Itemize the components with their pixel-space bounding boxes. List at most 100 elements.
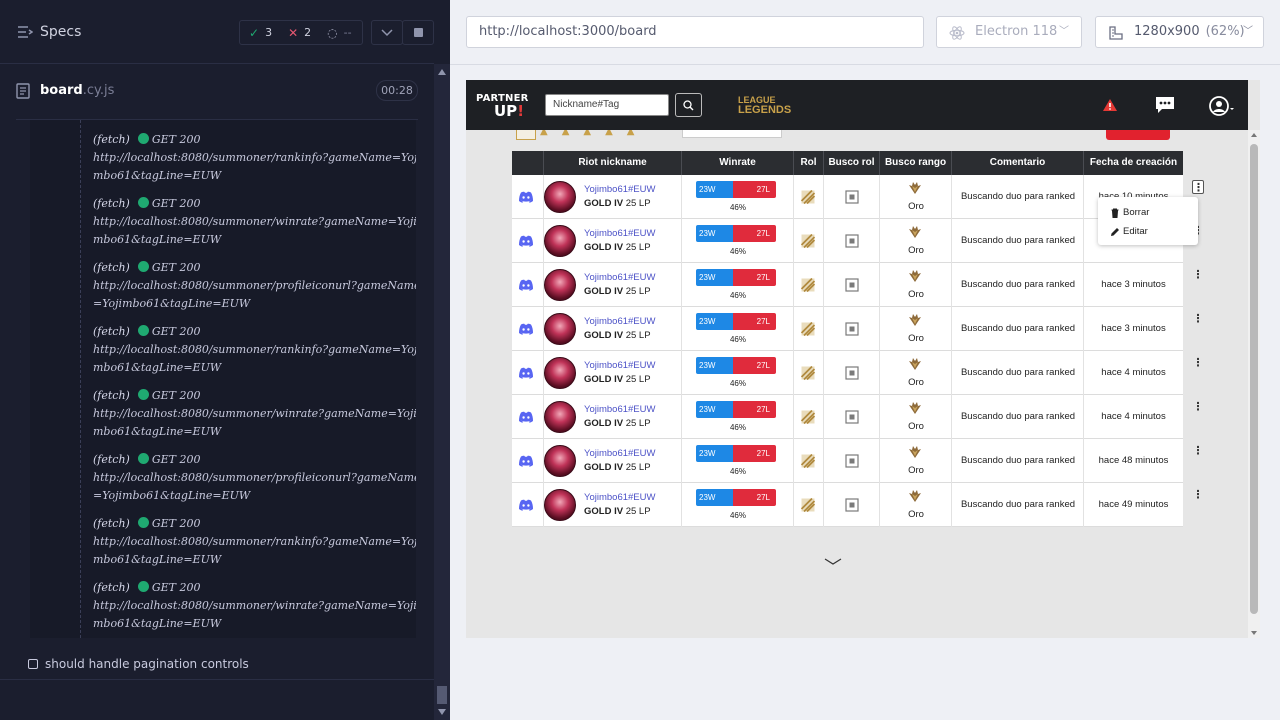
command-log-entry[interactable]: (fetch) GET 200 http://localhost:8080/summ…	[93, 195, 416, 249]
trash-icon	[1111, 208, 1119, 218]
specs-title[interactable]: Specs	[40, 24, 81, 40]
column-header: Busco rol	[824, 151, 880, 175]
table-row[interactable]: Yojimbo61#EUW GOLD IV 25 LP 23W 27L 46% Oro Bu…	[512, 263, 1183, 307]
command-log-entry[interactable]: (fetch) GET 200 http://localhost:8080/summ…	[93, 579, 416, 633]
comment-cell: Buscando duo para ranked	[952, 483, 1084, 527]
scroll-down-icon[interactable]	[438, 709, 446, 715]
command-kind: (fetch)	[93, 325, 130, 338]
command-kind: (fetch)	[93, 197, 130, 210]
winrate-bar: 23W 27L	[696, 489, 776, 506]
table-row[interactable]: Yojimbo61#EUW GOLD IV 25 LP 23W 27L 46% Oro Bu…	[512, 351, 1183, 395]
spec-file-row[interactable]: board.cy.js 00:28	[16, 78, 418, 104]
request-status: GET 200	[151, 581, 201, 594]
command-log-entry[interactable]: (fetch) GET 200 http://localhost:8080/summ…	[93, 323, 416, 377]
winrate-percent: 46%	[729, 335, 746, 344]
row-actions-menu: Borrar Editar	[1098, 197, 1198, 245]
specs-list-icon[interactable]	[17, 24, 33, 40]
losses-segment: 27L	[732, 401, 776, 418]
riot-nickname-link[interactable]: Yojimbo61#EUW	[584, 272, 655, 283]
command-log[interactable]: (fetch) GET 200 http://localhost:8080/summ…	[30, 120, 416, 638]
test-stats: ✓ 3 ✕ 2 ◌ --	[239, 20, 363, 45]
role-filter-icons[interactable]: ▲▲▲▲▲	[540, 130, 648, 137]
scroll-thumb[interactable]	[1250, 144, 1258, 614]
url-bar[interactable]: http://localhost:3000/board	[466, 16, 924, 48]
close-filter-button[interactable]	[516, 130, 536, 140]
riot-nickname-link[interactable]: Yojimbo61#EUW	[584, 228, 655, 239]
app-scrollbar[interactable]	[1248, 130, 1260, 638]
discord-icon[interactable]	[518, 191, 534, 203]
chat-icon[interactable]	[1154, 95, 1176, 115]
divider	[450, 64, 1280, 65]
auto-scroll-button[interactable]	[371, 20, 403, 45]
test-item[interactable]: should handle pagination controls	[28, 657, 249, 671]
command-log-entry[interactable]: (fetch) GET 200 http://localhost:8080/summ…	[93, 131, 416, 185]
menu-item-delete[interactable]: Borrar	[1110, 207, 1149, 218]
command-log-entry[interactable]: (fetch) GET 200 http://localhost:8080/summ…	[93, 515, 416, 569]
command-log-entry[interactable]: (fetch) GET 200 http://localhost:8080/summ…	[93, 387, 416, 441]
scroll-up-icon[interactable]	[1251, 133, 1257, 137]
stop-button[interactable]	[402, 20, 434, 45]
menu-item-edit[interactable]: Editar	[1110, 226, 1148, 237]
command-kind: (fetch)	[93, 453, 130, 466]
discord-icon[interactable]	[518, 235, 534, 247]
rank-text: GOLD IV 25 LP	[584, 242, 651, 253]
search-button[interactable]	[675, 93, 702, 117]
load-more-chevron-icon[interactable]	[824, 558, 842, 566]
log-guide-line	[80, 120, 81, 638]
partnerup-logo[interactable]: PARTNER UP!	[476, 93, 529, 119]
table-row[interactable]: Yojimbo61#EUW GOLD IV 25 LP 23W 27L 46% Oro Bu…	[512, 439, 1183, 483]
riot-nickname-link[interactable]: Yojimbo61#EUW	[584, 404, 655, 415]
table-row[interactable]: Yojimbo61#EUW GOLD IV 25 LP 23W 27L 46% Oro Bu…	[512, 395, 1183, 439]
discord-icon[interactable]	[518, 323, 534, 335]
search-input[interactable]: Nickname#Tag	[545, 94, 669, 116]
table-row[interactable]: Yojimbo61#EUW GOLD IV 25 LP 23W 27L 46% Oro Bu…	[512, 219, 1183, 263]
row-menu-kebab-icon[interactable]: ⋮	[1192, 400, 1204, 414]
warning-icon[interactable]	[1102, 98, 1118, 112]
row-menu-kebab-icon[interactable]: ⋮	[1192, 180, 1204, 194]
row-menu-kebab-icon[interactable]: ⋮	[1192, 444, 1204, 458]
row-menu-kebab-icon[interactable]: ⋮	[1192, 268, 1204, 282]
role-cell	[794, 395, 824, 439]
ruler-icon	[1109, 26, 1123, 40]
request-url: http://localhost:8080/summoner/profileic…	[93, 471, 416, 502]
command-log-entry[interactable]: (fetch) GET 200 http://localhost:8080/summ…	[93, 451, 416, 505]
avatar	[544, 489, 576, 521]
discord-icon[interactable]	[518, 411, 534, 423]
riot-nickname-link[interactable]: Yojimbo61#EUW	[584, 360, 655, 371]
user-avatar-icon[interactable]	[1208, 95, 1236, 117]
log-scrollbar[interactable]	[434, 64, 450, 720]
failed-count: ✕ 2	[288, 25, 312, 40]
table-row[interactable]: Yojimbo61#EUW GOLD IV 25 LP 23W 27L 46% Oro Bu…	[512, 307, 1183, 351]
winrate-cell: 23W 27L 46%	[682, 219, 794, 263]
publish-button[interactable]	[1106, 130, 1170, 140]
command-log-entry[interactable]: (fetch) GET 200 http://localhost:8080/summ…	[93, 259, 416, 313]
scroll-thumb[interactable]	[437, 686, 447, 704]
table-row[interactable]: Yojimbo61#EUW GOLD IV 25 LP 23W 27L 46% Oro Bu…	[512, 175, 1183, 219]
discord-icon[interactable]	[518, 455, 534, 467]
rank-label: Oro	[908, 509, 924, 520]
discord-icon[interactable]	[518, 367, 534, 379]
discord-icon[interactable]	[518, 279, 534, 291]
looking-role-cell	[824, 395, 880, 439]
riot-nickname-link[interactable]: Yojimbo61#EUW	[584, 316, 655, 327]
role-any-icon	[845, 454, 859, 468]
comment-cell: Buscando duo para ranked	[952, 439, 1084, 483]
row-menu-kebab-icon[interactable]: ⋮	[1192, 356, 1204, 370]
fill-role-icon	[801, 322, 815, 336]
row-menu-kebab-icon[interactable]: ⋮	[1192, 488, 1204, 502]
browser-selector[interactable]: Electron 118 ﹀	[936, 16, 1082, 48]
table-row[interactable]: Yojimbo61#EUW GOLD IV 25 LP 23W 27L 46% Oro Bu…	[512, 483, 1183, 527]
avatar	[544, 313, 576, 345]
riot-nickname-link[interactable]: Yojimbo61#EUW	[584, 492, 655, 503]
rank-filter-select[interactable]	[682, 130, 782, 138]
riot-nickname-link[interactable]: Yojimbo61#EUW	[584, 448, 655, 459]
discord-icon[interactable]	[518, 499, 534, 511]
viewport-selector[interactable]: 1280x900 (62%) ﹀	[1095, 16, 1264, 48]
looking-rank-cell: Oro	[880, 483, 952, 527]
winrate-cell: 23W 27L 46%	[682, 263, 794, 307]
riot-nickname-link[interactable]: Yojimbo61#EUW	[584, 184, 655, 195]
scroll-down-icon[interactable]	[1251, 631, 1257, 635]
row-menu-kebab-icon[interactable]: ⋮	[1192, 312, 1204, 326]
scroll-up-icon[interactable]	[438, 69, 446, 75]
request-url: http://localhost:8080/summoner/rankinfo?…	[93, 535, 416, 566]
